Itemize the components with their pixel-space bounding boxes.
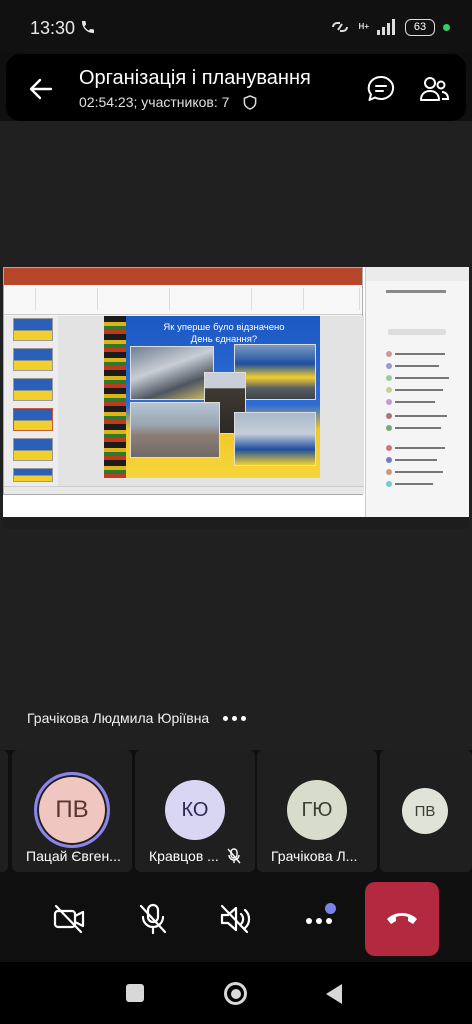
avatar-initials: ПВ [414,802,436,820]
avatar: ПВ [402,788,448,834]
back-arrow-icon[interactable] [26,74,56,104]
ppt-status-bar [4,486,364,494]
battery-indicator: 63 [405,18,435,36]
current-slide: Як уперше було відзначено День єднання? [104,316,320,478]
meeting-title: Організація і планування [79,67,311,89]
meeting-header: Організація і планування 02:54:23; участ… [6,54,466,121]
avatar-initials: КО [181,798,209,821]
video-stage: Як уперше було відзначено День єднання? [0,121,472,750]
avatar: ГЮ [287,780,347,840]
slide-photo-flag-city [234,344,316,400]
slide-photo-crowd [234,412,316,466]
people-icon[interactable] [418,74,450,104]
windows-taskbar [3,517,469,529]
ppt-ribbon-tabs [4,278,362,285]
slide-title: Як уперше було відзначено День єднання? [163,322,285,345]
status-time: 13:30 [30,18,76,38]
participant-name: Грачікова Л... [271,848,358,864]
participant-count: ; участников: 7 [133,94,230,110]
link-icon [331,22,348,32]
system-navigation-bar [0,962,472,1024]
slide-photo-square [130,402,220,458]
participant-tile[interactable]: ПВ [380,750,472,872]
slide-ornament [104,316,126,478]
active-speaker: Грачікова Людмила Юріївна [27,710,247,726]
notification-badge [325,903,336,914]
avatar-initials: ГЮ [301,798,333,821]
shared-presentation-window: Як уперше було відзначено День єднання? [3,267,364,495]
participant-name: Кравцов ... [149,848,219,864]
camera-off-icon[interactable] [52,902,86,936]
participant-tile[interactable]: ПВ Пацай Євген... [12,750,132,872]
ppt-ribbon [4,285,362,315]
avatar-initials: ПВ [55,796,89,823]
speaker-name: Грачікова Людмила Юріївна [27,710,210,726]
chat-icon[interactable] [366,74,396,104]
back-button[interactable] [326,984,342,1004]
hang-up-button[interactable] [365,882,439,956]
ppt-titlebar [4,268,362,278]
participant-tile-partial[interactable]: . [0,750,8,872]
status-bar: 13:30 H+ 63 [0,0,472,52]
network-type: H+ [358,22,369,31]
call-controls [0,872,472,962]
shield-icon [244,94,257,110]
privacy-dot [443,23,450,31]
status-icons: H+ 63 [329,16,450,38]
slide-photo-flags [130,346,214,400]
avatar: КО [165,780,225,840]
meeting-info: 02:54:23; участников: 7 [79,94,257,110]
slide-canvas: Як уперше було відзначено День єднання? [58,316,364,488]
more-options-icon[interactable] [223,715,247,721]
hang-up-icon [387,913,417,924]
phone-icon [82,21,94,33]
mic-off-icon [227,848,241,864]
mic-off-icon[interactable] [136,902,170,936]
participant-tile[interactable]: КО Кравцов ... [135,750,255,872]
avatar: ПВ [34,772,110,848]
participant-tile[interactable]: ГЮ Грачікова Л... [257,750,377,872]
participant-name: Пацай Євген... [26,848,121,864]
slide-thumbnails [4,316,58,488]
shared-screen[interactable]: Як уперше було відзначено День єднання? [3,267,469,529]
signal-icon [377,19,395,35]
home-button[interactable] [224,982,247,1005]
speaker-off-icon[interactable] [218,902,252,936]
participants-panel-preview [365,267,469,517]
recents-button[interactable] [126,984,144,1002]
participant-strip: . ПВ Пацай Євген... КО Кравцов ... ГЮ Гр… [0,750,472,872]
call-duration: 02:54:23 [79,94,134,110]
